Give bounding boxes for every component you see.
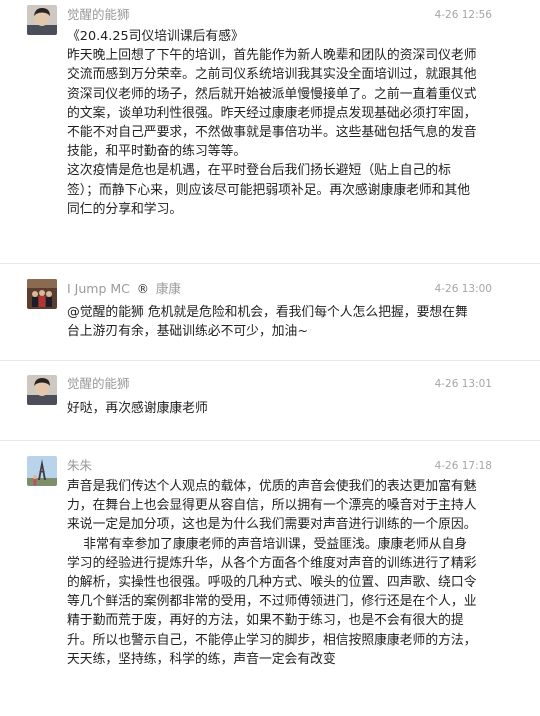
comment-author[interactable]: 朱朱 [67, 458, 92, 474]
divider [0, 360, 540, 361]
comment-text: 声音是我们传达个人观点的载体，优质的声音会使我们的表达更加富有魅力，在舞台上也会… [67, 479, 477, 667]
author-alias[interactable]: 康康 [156, 281, 181, 296]
divider [0, 263, 540, 264]
comment-text: 好哒，再次感谢康康老师 [67, 401, 208, 416]
divider [0, 440, 540, 441]
avatar[interactable] [27, 375, 57, 405]
comment-time: 4-26 13:01 [434, 378, 492, 390]
comment-time: 4-26 12:56 [434, 9, 492, 21]
comment-time: 4-26 13:00 [434, 283, 492, 295]
comment-author[interactable]: 觉醒的能狮 [67, 376, 130, 392]
avatar[interactable] [27, 279, 57, 309]
comment-time: 4-26 17:18 [434, 460, 492, 472]
comment-text: @觉醒的能狮 危机就是危险和机会，看我们每个人怎么把握，要想在舞台上游刃有余，基… [67, 305, 468, 340]
verified-badge-icon: ® [136, 282, 149, 296]
comment-author[interactable]: 觉醒的能狮 [67, 7, 130, 23]
author-name[interactable]: I Jump MC [67, 281, 130, 296]
avatar[interactable] [27, 5, 57, 35]
avatar[interactable] [27, 456, 57, 486]
comment-author[interactable]: I Jump MC ® 康康 [67, 281, 181, 297]
comment-text: 《20.4.25司仪培训课后有感》 昨天晚上回想了下午的培训，首先能作为新人晚辈… [67, 29, 477, 217]
